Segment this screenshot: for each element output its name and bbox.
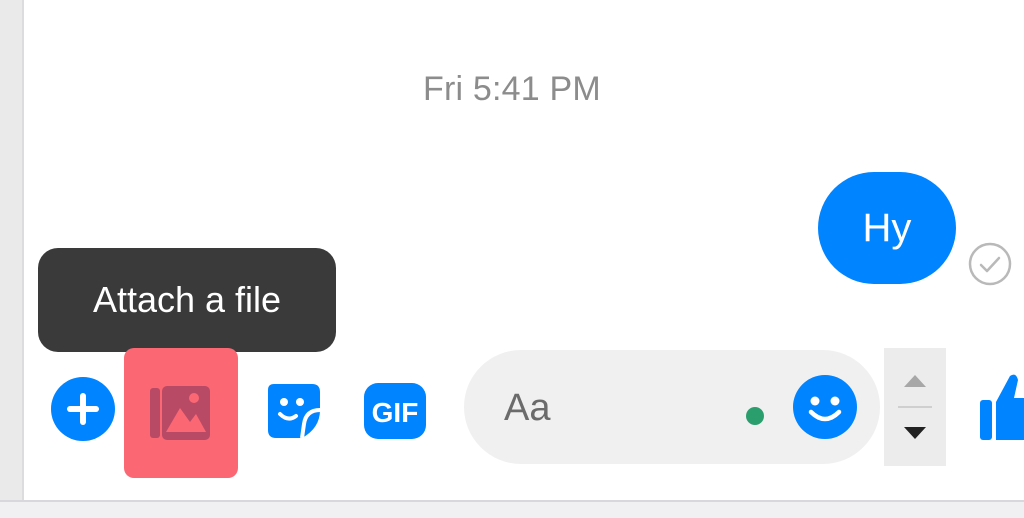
sticker-icon [268, 384, 321, 439]
gif-button[interactable]: GIF [360, 376, 430, 446]
message-input[interactable] [502, 380, 726, 436]
scroll-up-button[interactable] [884, 356, 946, 406]
scroll-down-button[interactable] [884, 408, 946, 458]
message-bubble-outgoing[interactable]: Hy [818, 172, 956, 284]
message-composer [464, 350, 880, 464]
composer-scroll-control [884, 348, 946, 466]
plus-circle-icon [51, 377, 115, 441]
thumbs-up-icon [980, 374, 1024, 440]
message-timestamp: Fri 5:41 PM [423, 70, 601, 108]
check-circle-icon [968, 242, 1012, 286]
sticker-button[interactable] [258, 376, 328, 446]
gif-icon: GIF [364, 383, 426, 439]
attach-file-button[interactable] [124, 348, 238, 478]
attach-tooltip: Attach a file [38, 248, 336, 352]
triangle-up-icon [904, 375, 926, 387]
like-button[interactable] [976, 370, 1024, 442]
triangle-down-icon [904, 427, 926, 439]
more-actions-button[interactable] [48, 374, 118, 444]
gif-label: GIF [372, 397, 419, 428]
tooltip-text: Attach a file [92, 279, 282, 320]
photo-stack-icon [150, 386, 210, 440]
window-bottom-edge [0, 500, 1024, 518]
message-text: Hy [862, 205, 912, 250]
online-status-dot [746, 407, 764, 425]
smiley-icon[interactable] [792, 374, 858, 440]
